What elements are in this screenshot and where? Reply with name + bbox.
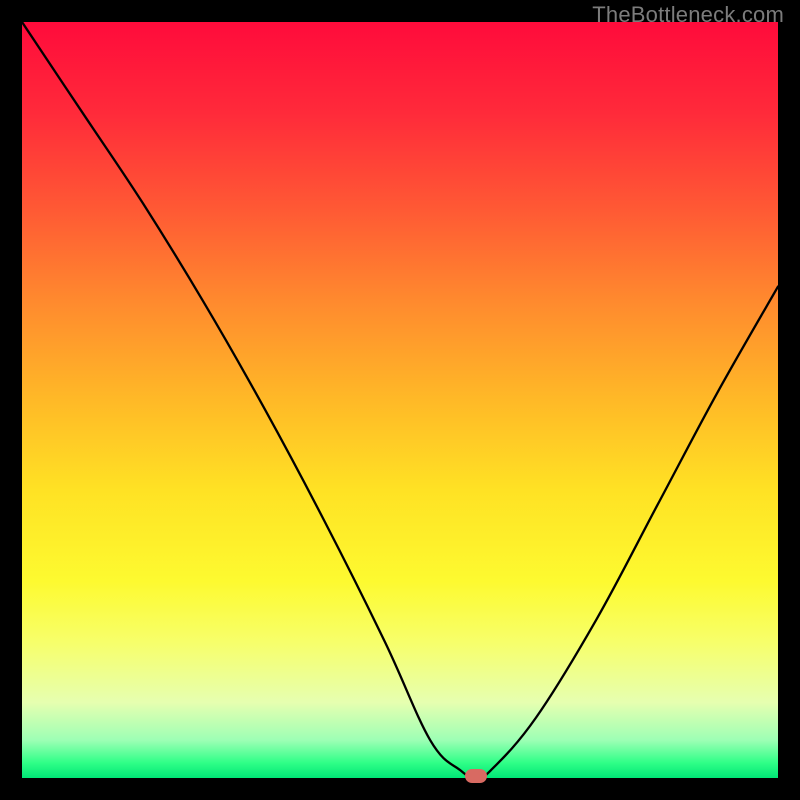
chart-frame: TheBottleneck.com [0, 0, 800, 800]
bottleneck-curve [22, 22, 778, 778]
watermark-text: TheBottleneck.com [592, 2, 784, 28]
optimal-point-marker [465, 769, 487, 783]
chart-plot-area [22, 22, 778, 778]
